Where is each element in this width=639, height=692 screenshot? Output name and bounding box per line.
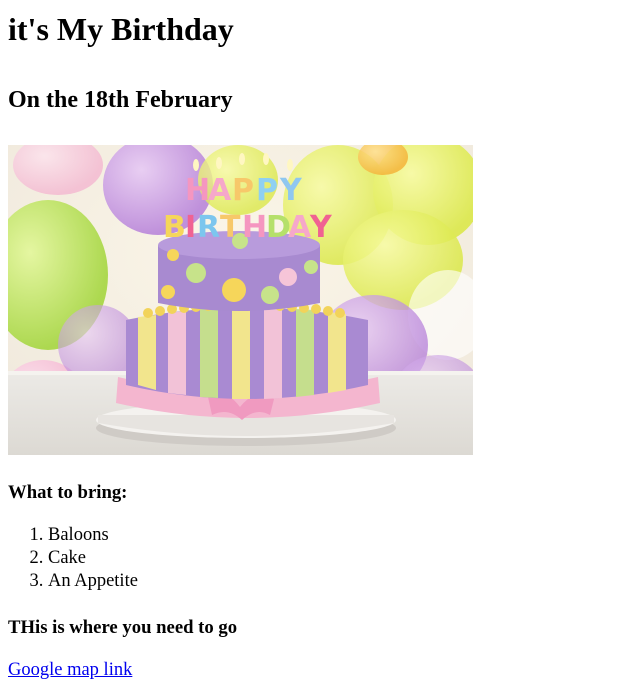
svg-text:T: T	[220, 210, 241, 245]
link-paragraph: Google map link	[8, 660, 631, 681]
list-item: An Appetite	[48, 570, 631, 593]
page-title: it's My Birthday	[8, 11, 234, 47]
svg-text:P: P	[232, 173, 254, 208]
page-subtitle: On the 18th February	[8, 87, 233, 113]
svg-text:A: A	[288, 210, 312, 245]
svg-text:A: A	[208, 173, 232, 208]
svg-text:R: R	[197, 210, 220, 245]
list-item: Baloons	[48, 524, 631, 547]
svg-text:B: B	[163, 210, 186, 245]
svg-text:Y: Y	[279, 173, 303, 208]
page-content: it's My Birthday On the 18th February H …	[0, 0, 639, 681]
svg-text:H: H	[242, 210, 267, 245]
svg-text:Y: Y	[309, 210, 333, 245]
cake-photo-svg: H A P P Y B I R T H D A Y	[8, 145, 473, 455]
bring-list: Baloons Cake An Appetite	[8, 524, 631, 593]
svg-text:P: P	[256, 173, 278, 208]
svg-text:I: I	[185, 210, 196, 245]
what-to-bring-heading: What to bring:	[8, 482, 128, 503]
directions-heading: THis is where you need to go	[8, 616, 238, 638]
svg-text:H: H	[185, 173, 210, 208]
birthday-cake-image: H A P P Y B I R T H D A Y	[8, 145, 473, 455]
list-item: Cake	[48, 547, 631, 570]
google-map-link[interactable]: Google map link	[8, 660, 132, 680]
